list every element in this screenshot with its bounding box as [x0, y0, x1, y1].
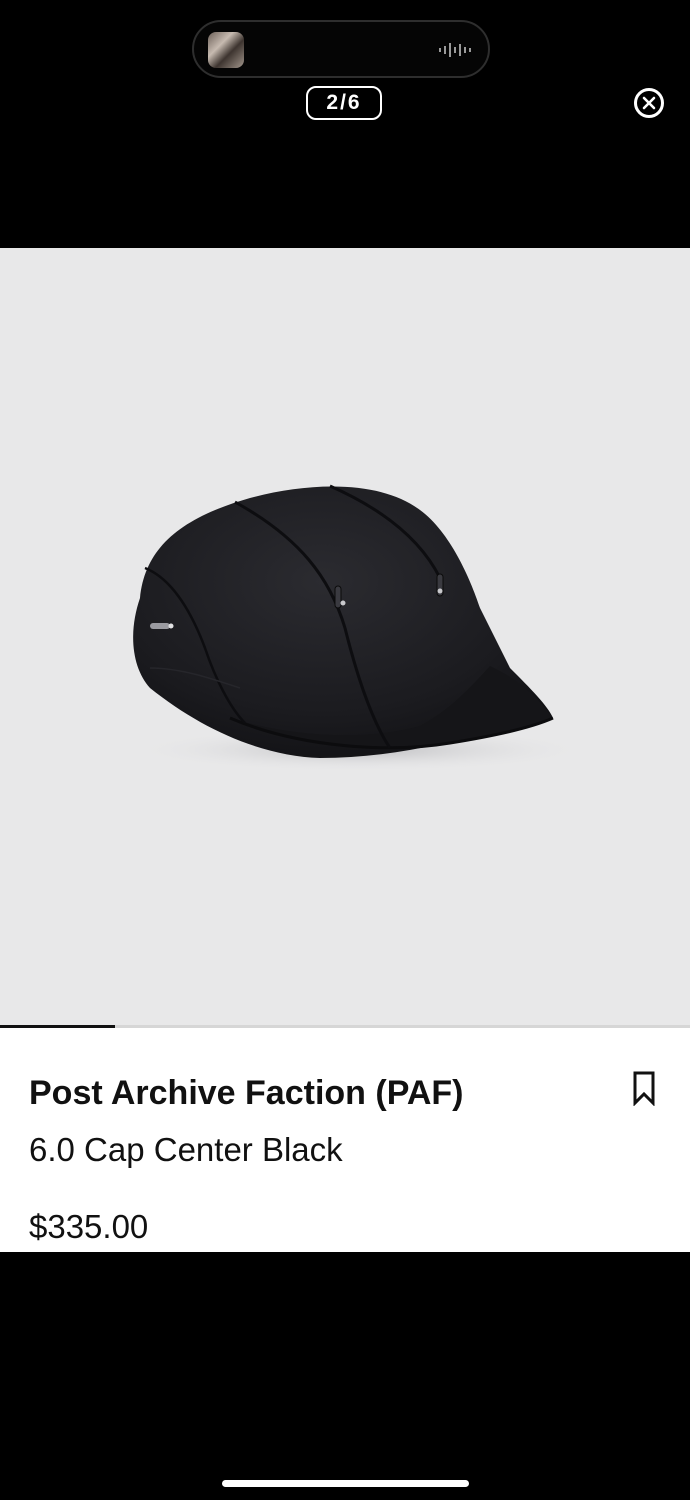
audio-waveform-icon	[439, 43, 471, 57]
product-price: $335.00	[29, 1208, 149, 1245]
product-brand[interactable]: Post Archive Faction (PAF)	[29, 1074, 464, 1113]
album-art-thumbnail	[208, 32, 244, 68]
close-button[interactable]	[634, 88, 664, 118]
close-icon	[642, 96, 656, 110]
bookmark-icon[interactable]	[630, 1070, 658, 1106]
top-bar: 2/6	[0, 0, 690, 248]
product-name: 6.0 Cap Center Black	[29, 1131, 343, 1168]
product-image	[130, 484, 590, 772]
image-counter: 2/6	[306, 86, 382, 120]
product-image-area[interactable]	[0, 248, 690, 1028]
home-indicator[interactable]	[222, 1480, 469, 1487]
product-info-card: Post Archive Faction (PAF) 6.0 Cap Cente…	[0, 1028, 690, 1252]
now-playing-island[interactable]	[192, 20, 490, 78]
